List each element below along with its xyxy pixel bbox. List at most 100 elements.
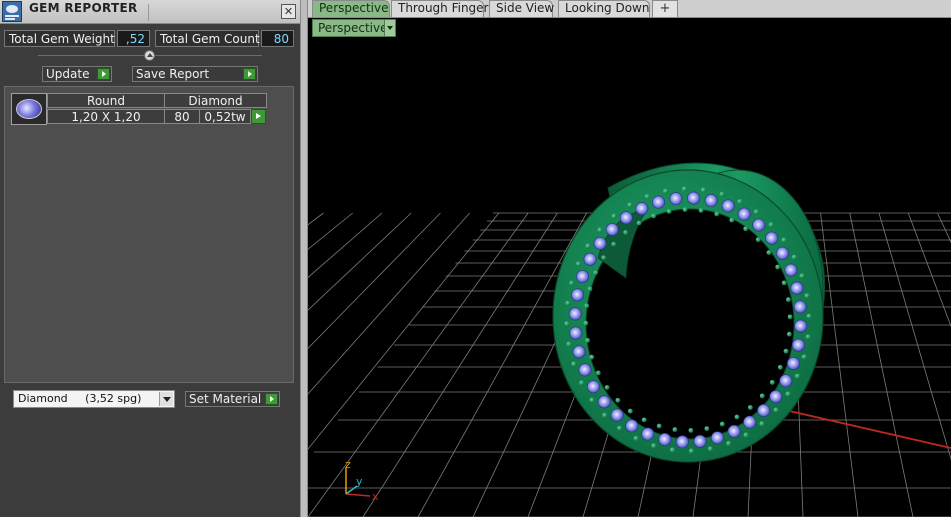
gem-stone [752,218,766,232]
gem-prong [777,364,783,370]
tab-perspective[interactable]: Perspective [312,0,390,17]
gem-prong [688,448,695,454]
gem-stone [784,263,798,277]
gem-prong [794,373,801,379]
gem-prong [627,408,633,414]
gem-stone [769,390,783,404]
gem-stone [737,207,751,221]
panel-title-bar: GEM REPORTER ✕ [0,0,300,24]
chevron-down-icon [384,20,395,36]
gem-prong [672,427,678,432]
gem-prong [623,230,629,235]
gem-prong [669,447,676,453]
save-report-button[interactable]: Save Report [132,66,258,82]
gem-prong [681,186,688,192]
gem-stone [586,380,600,394]
gem-prong [698,208,704,213]
play-arrow-icon[interactable] [251,109,266,124]
panel-separator[interactable] [300,0,308,517]
close-icon[interactable]: ✕ [281,4,296,19]
tab-looking-down[interactable]: Looking Down [558,0,650,17]
gem-prong [726,440,732,447]
gem-prong [627,202,633,208]
gem-stone [693,434,707,448]
gem-prong [587,286,593,292]
view-mode-dropdown[interactable]: Perspective [312,19,396,37]
gem-prong [656,423,662,429]
viewport-scene[interactable]: zyx [308,18,951,517]
gem-prong [604,385,610,390]
gem-prong [769,379,775,385]
gem-prong [569,280,575,286]
gem-stone [652,195,666,209]
gem-stone [583,252,597,266]
gem-prong [589,354,595,360]
gem-prong [759,393,765,399]
add-tab-icon[interactable]: + [652,0,678,17]
tab-through-finger[interactable]: Through Finger [391,0,489,17]
gem-prong [688,428,694,433]
gem-reporter-panel: GEM REPORTER ✕ Total Gem Weight ,52 Tota… [0,0,300,517]
gem-prong [806,313,812,319]
gem-stone [779,374,793,388]
gem-prong [768,222,774,228]
gem-prong [636,220,642,226]
gem-stone [704,194,718,208]
triad-z-label: z [345,458,351,471]
gem-prong [753,209,759,215]
gem-stone [791,338,805,352]
gem-prong [737,198,743,205]
collapse-toggle-icon[interactable] [144,50,155,61]
grid-line [308,212,383,278]
3d-viewport[interactable]: zyx Perspective [308,18,951,517]
grid-line [362,212,558,517]
gem-stone [641,427,655,441]
gem-stone [721,199,735,213]
gem-prong [786,297,791,303]
grid-line [308,212,441,349]
grid-line [308,212,470,395]
set-material-button-label: Set Material [189,392,262,406]
round-gem-icon[interactable] [11,93,47,125]
grid-line [308,212,500,450]
gem-prong [611,213,617,219]
grid-line [849,212,914,517]
gem-prong [575,261,582,267]
title-divider [148,4,149,21]
material-select-value: Diamond (3,52 spg) [18,392,142,405]
gem-prong [719,191,725,197]
update-button[interactable]: Update [42,66,112,82]
gem-prong [729,217,735,223]
grid-line [308,212,529,517]
gem-prong [786,331,792,337]
ring-model[interactable] [552,162,826,463]
gem-prong [805,334,811,340]
gem-prong [585,337,590,343]
gem-prong [651,443,657,449]
gem-prong [734,414,740,420]
set-material-button[interactable]: Set Material [185,391,280,407]
grid-line [907,212,951,328]
gem-stone [794,319,808,333]
gem-stone [675,435,689,449]
play-arrow-icon [265,393,278,405]
gem-stone [571,288,585,302]
material-select[interactable]: Diamond (3,52 spg) [13,390,175,408]
gem-prong [566,341,572,347]
gem-shape-cell: Round [47,93,165,108]
gem-prong [719,421,725,427]
gem-prong [787,314,793,320]
gem-prong [700,187,707,193]
gem-prong [714,211,720,217]
gem-prong [781,280,787,286]
gem-prong [743,432,749,438]
gem-stone [687,191,701,205]
gem-prong [704,426,710,431]
gem-prong [804,293,810,299]
gem-prong [766,250,772,255]
gem-prong [583,320,589,326]
gem-stone [669,192,683,206]
tab-side-view[interactable]: Side View [489,0,554,17]
gem-stone [578,363,592,377]
gem-prong [755,237,761,243]
